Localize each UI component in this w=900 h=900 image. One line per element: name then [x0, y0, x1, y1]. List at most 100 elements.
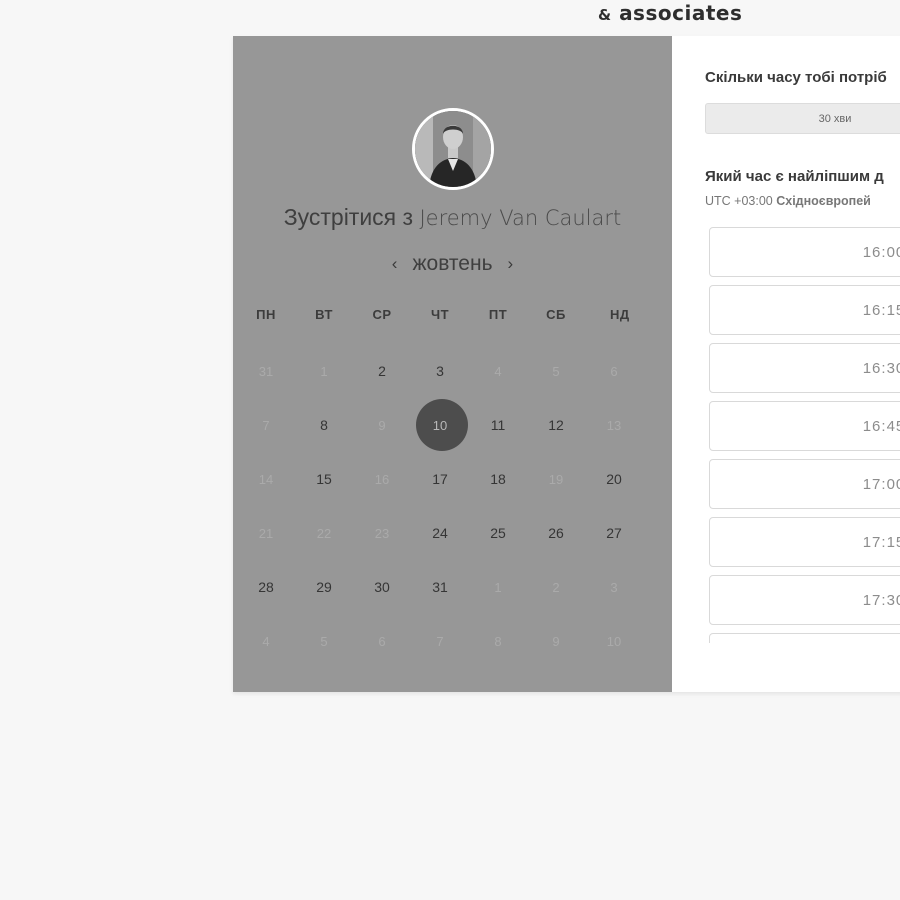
day-number: 29	[316, 579, 332, 595]
day-number: 14	[258, 471, 274, 487]
day-number: 27	[606, 525, 622, 541]
brand-ampersand: &	[598, 6, 612, 24]
calendar-day[interactable]: 25	[469, 506, 527, 560]
calendar-day[interactable]: 10	[411, 398, 469, 452]
day-number: 9	[378, 417, 386, 433]
host-name: Jeremy Van Caulart	[419, 206, 622, 230]
calendar-panel: Зустрітися з Jeremy Van Caulart ‹ жовтен…	[233, 36, 672, 692]
day-number: 10	[432, 417, 448, 433]
day-number: 25	[490, 525, 506, 541]
day-number: 26	[548, 525, 564, 541]
day-number: 31	[432, 579, 448, 595]
calendar-day: 16	[353, 452, 411, 506]
day-number: 5	[320, 633, 328, 649]
day-number: 31	[258, 363, 274, 379]
calendar-day[interactable]: 24	[411, 506, 469, 560]
time-slot-list: 16:00 16:15 16:30 16:45 17:00 17:15 17:3…	[709, 227, 900, 643]
time-slot-button[interactable]: 17:00	[709, 459, 900, 509]
calendar-day: 7	[411, 614, 469, 668]
calendar-day[interactable]: 8	[295, 398, 353, 452]
time-slot-label: 17:30	[862, 591, 900, 609]
calendar-day[interactable]: 17	[411, 452, 469, 506]
calendar-day: 23	[353, 506, 411, 560]
weekday-label: ПТ	[488, 307, 508, 322]
prev-month-chevron-icon[interactable]: ‹	[383, 254, 407, 274]
day-number: 17	[432, 471, 448, 487]
time-slot-button[interactable]: 16:15	[709, 285, 900, 335]
timezone-label[interactable]: UTC +03:00 Східноєвропей	[705, 194, 871, 208]
calendar-day[interactable]: 15	[295, 452, 353, 506]
calendar-day[interactable]: 26	[527, 506, 585, 560]
calendar-week: 28 29 30 31 1 2 3	[237, 560, 645, 614]
calendar-day[interactable]: 27	[585, 506, 643, 560]
time-slot-button[interactable]	[709, 633, 900, 643]
time-slot-button[interactable]: 16:45	[709, 401, 900, 451]
day-number: 6	[610, 363, 618, 379]
calendar-day[interactable]: 11	[469, 398, 527, 452]
calendar-week: 31 1 2 3 4 5 6	[237, 344, 645, 398]
calendar-day[interactable]: 29	[295, 560, 353, 614]
day-number: 21	[258, 525, 274, 541]
day-number: 22	[316, 525, 332, 541]
weekday-label: СБ	[546, 307, 566, 322]
day-number: 1	[494, 579, 502, 595]
calendar-day[interactable]: 31	[411, 560, 469, 614]
calendar-day: 6	[353, 614, 411, 668]
calendar-day[interactable]: 18	[469, 452, 527, 506]
calendar-week: 4 5 6 7 8 9 10	[237, 614, 645, 668]
calendar-day: 4	[237, 614, 295, 668]
calendar-day: 3	[585, 560, 643, 614]
calendar-day[interactable]: 2	[353, 344, 411, 398]
day-number: 12	[548, 417, 564, 433]
day-number: 9	[552, 633, 560, 649]
day-number: 6	[378, 633, 386, 649]
duration-select[interactable]: 30 хви	[705, 103, 900, 134]
calendar-day[interactable]: 30	[353, 560, 411, 614]
day-number: 7	[262, 417, 270, 433]
day-number: 4	[262, 633, 270, 649]
time-slot-button[interactable]: 17:30	[709, 575, 900, 625]
next-month-chevron-icon[interactable]: ›	[498, 254, 522, 274]
calendar-day: 9	[353, 398, 411, 452]
page-title: Зустрітися з Jeremy Van Caulart	[233, 204, 672, 231]
calendar-day: 21	[237, 506, 295, 560]
timezone-offset: UTC +03:00	[705, 194, 773, 208]
calendar-day: 10	[585, 614, 643, 668]
calendar-day[interactable]: 28	[237, 560, 295, 614]
calendar-day: 5	[527, 344, 585, 398]
calendar-day[interactable]: 20	[585, 452, 643, 506]
time-slot-label: 17:00	[862, 475, 900, 493]
weekday-label: ВТ	[315, 307, 333, 322]
calendar-day[interactable]: 12	[527, 398, 585, 452]
day-number: 23	[374, 525, 390, 541]
day-number: 5	[552, 363, 560, 379]
day-number: 30	[374, 579, 390, 595]
calendar-day: 19	[527, 452, 585, 506]
time-slot-button[interactable]: 16:00	[709, 227, 900, 277]
month-label: жовтень	[412, 252, 493, 275]
calendar-day: 22	[295, 506, 353, 560]
calendar-day: 2	[527, 560, 585, 614]
day-number: 2	[378, 363, 386, 379]
time-slot-button[interactable]: 16:30	[709, 343, 900, 393]
calendar-grid: 31 1 2 3 4 5 6 7 8 9 10 11 12 13 14 15 1…	[237, 344, 645, 668]
weekday-label: ЧТ	[430, 307, 450, 322]
calendar-day: 4	[469, 344, 527, 398]
calendar-day: 13	[585, 398, 643, 452]
calendar-day: 6	[585, 344, 643, 398]
time-slot-button[interactable]: 17:15	[709, 517, 900, 567]
day-number: 16	[374, 471, 390, 487]
day-number: 11	[490, 417, 506, 433]
day-number: 8	[320, 417, 328, 433]
calendar-week: 14 15 16 17 18 19 20	[237, 452, 645, 506]
booking-panel: Скільки часу тобі потріб 30 хви Який час…	[672, 36, 900, 692]
calendar-day[interactable]: 3	[411, 344, 469, 398]
day-number: 18	[490, 471, 506, 487]
day-number: 24	[432, 525, 448, 541]
day-number: 3	[610, 579, 618, 595]
title-prefix: Зустрітися з	[283, 204, 414, 230]
calendar-week: 7 8 9 10 11 12 13	[237, 398, 645, 452]
day-number: 10	[606, 633, 622, 649]
time-slot-label: 17:15	[862, 533, 900, 551]
calendar-day: 7	[237, 398, 295, 452]
